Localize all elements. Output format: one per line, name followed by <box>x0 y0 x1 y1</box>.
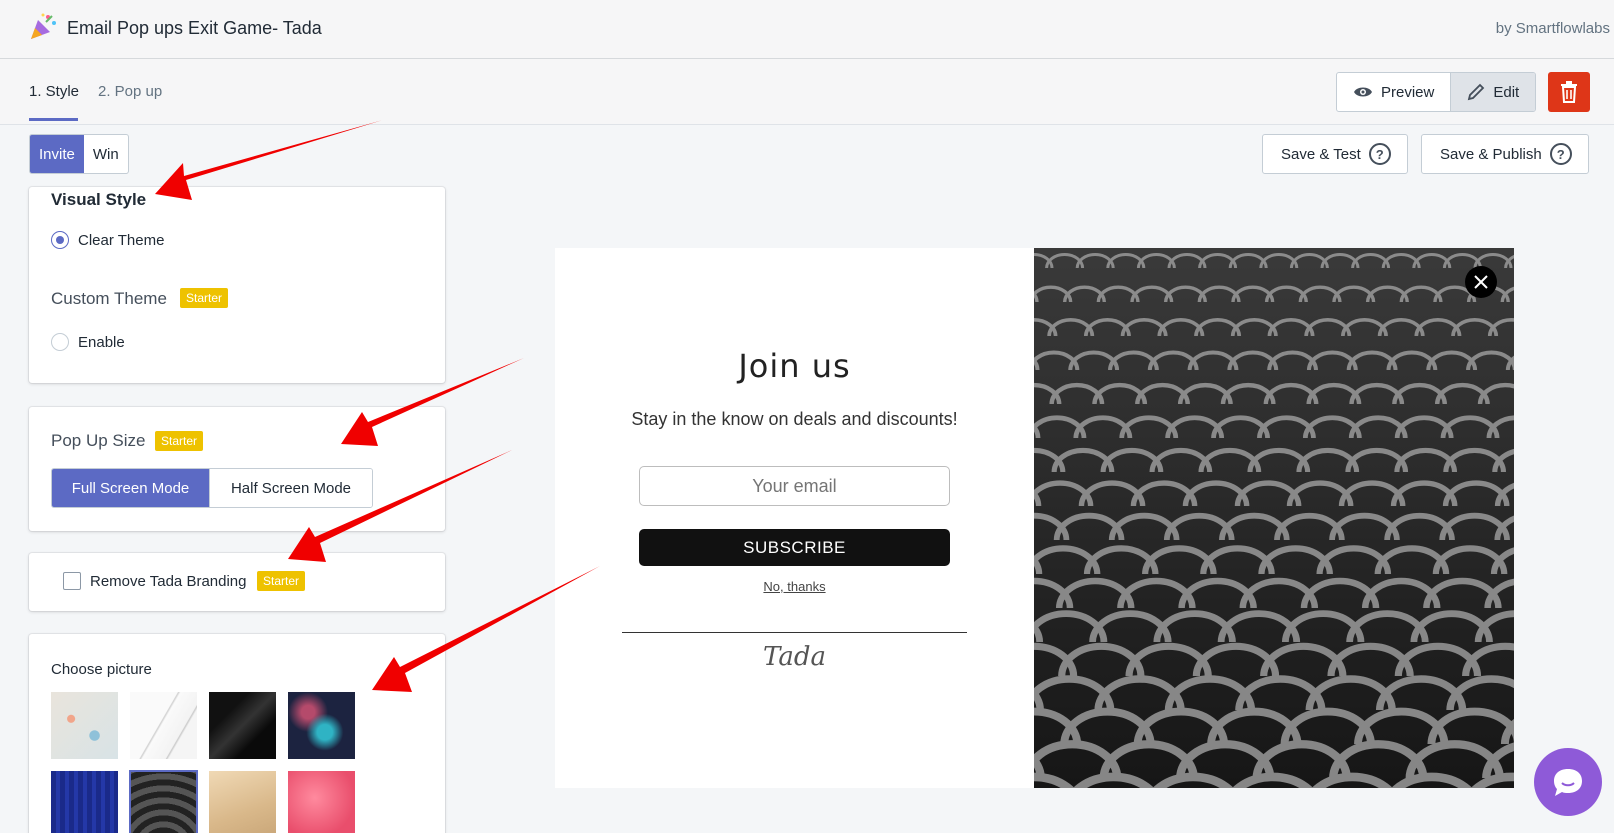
win-button[interactable]: Win <box>84 135 128 173</box>
starter-badge: Starter <box>180 288 229 308</box>
enable-label: Enable <box>78 333 125 351</box>
branding-card: Remove Tada Branding Starter <box>29 553 445 611</box>
invite-win-toggle: Invite Win <box>29 134 129 174</box>
no-thanks-link[interactable]: No, thanks <box>555 579 1034 594</box>
active-tab-indicator <box>29 118 78 121</box>
picture-thumb[interactable] <box>130 692 197 759</box>
preview-button[interactable]: Preview <box>1337 73 1450 111</box>
popup-form-panel: Join us Stay in the know on deals and di… <box>555 248 1034 788</box>
picture-thumb[interactable] <box>129 770 198 833</box>
picture-thumb[interactable] <box>288 771 355 833</box>
trash-icon <box>1561 81 1577 103</box>
popup-size-toggle: Full Screen Mode Half Screen Mode <box>51 468 373 508</box>
picture-grid <box>51 692 355 833</box>
popup-size-card: Pop Up Size Starter Full Screen Mode Hal… <box>29 407 445 531</box>
popup-image <box>1034 248 1514 788</box>
invite-button[interactable]: Invite <box>30 135 84 173</box>
enable-radio[interactable] <box>51 333 69 351</box>
full-screen-mode-button[interactable]: Full Screen Mode <box>52 469 209 507</box>
preview-label: Preview <box>1381 83 1435 101</box>
enable-custom-theme-option[interactable]: Enable <box>51 333 125 351</box>
picture-thumb[interactable] <box>51 692 118 759</box>
save-test-label: Save & Test <box>1281 145 1361 163</box>
app-vendor[interactable]: by Smartflowlabs <box>1496 20 1610 37</box>
custom-theme-label: Custom Theme <box>51 289 167 308</box>
save-publish-button[interactable]: Save & Publish ? <box>1421 134 1589 174</box>
tab-style[interactable]: 1. Style <box>29 83 79 100</box>
picture-thumb[interactable] <box>209 692 276 759</box>
view-toggle: Preview Edit <box>1336 72 1537 112</box>
visual-style-card: Visual Style Clear Theme Custom Theme St… <box>29 187 445 383</box>
choose-picture-label: Choose picture <box>51 661 152 678</box>
arches-pattern-image <box>1034 248 1514 788</box>
close-icon <box>1474 275 1488 289</box>
tab-pop-up[interactable]: 2. Pop up <box>98 83 162 100</box>
starter-badge: Starter <box>155 431 204 451</box>
tada-logo: Tada <box>763 642 826 672</box>
delete-button[interactable] <box>1548 72 1590 112</box>
remove-branding-checkbox[interactable] <box>63 572 81 590</box>
remove-branding-label: Remove Tada Branding <box>90 572 247 590</box>
edit-label: Edit <box>1493 83 1520 101</box>
picture-thumb[interactable] <box>209 771 276 833</box>
close-popup-button[interactable] <box>1465 266 1497 298</box>
visual-style-heading: Visual Style <box>51 190 147 209</box>
popup-subtitle: Stay in the know on deals and discounts! <box>631 409 958 429</box>
edit-button[interactable]: Edit <box>1450 73 1536 111</box>
email-input[interactable] <box>639 466 950 506</box>
help-icon: ? <box>1368 143 1391 165</box>
clear-theme-label: Clear Theme <box>78 231 165 249</box>
chat-bubble-icon <box>1554 769 1582 796</box>
save-publish-label: Save & Publish <box>1440 145 1542 163</box>
pencil-icon <box>1468 83 1485 101</box>
app-header: Email Pop ups Exit Game- Tada by Smartfl… <box>0 0 1614 59</box>
chat-button[interactable] <box>1534 748 1602 816</box>
help-icon: ? <box>1549 143 1572 165</box>
picture-thumb[interactable] <box>51 771 118 833</box>
picture-thumb[interactable] <box>288 692 355 759</box>
app-title: Email Pop ups Exit Game- Tada <box>67 18 322 38</box>
half-screen-mode-button[interactable]: Half Screen Mode <box>209 469 372 507</box>
party-popper-icon <box>31 13 56 39</box>
eye-icon <box>1354 87 1372 97</box>
save-test-button[interactable]: Save & Test ? <box>1262 134 1408 174</box>
remove-branding-option[interactable]: Remove Tada Branding <box>63 572 247 590</box>
popup-size-label: Pop Up Size <box>51 431 146 450</box>
popup-title: Join us <box>738 347 851 385</box>
subscribe-button[interactable]: SUBSCRIBE <box>639 529 950 566</box>
clear-theme-option[interactable]: Clear Theme <box>51 231 164 249</box>
divider <box>622 632 967 633</box>
clear-theme-radio[interactable] <box>51 231 69 249</box>
starter-badge: Starter <box>257 571 306 591</box>
popup-preview: Join us Stay in the know on deals and di… <box>555 248 1514 788</box>
choose-picture-card: Choose picture <box>29 634 445 833</box>
